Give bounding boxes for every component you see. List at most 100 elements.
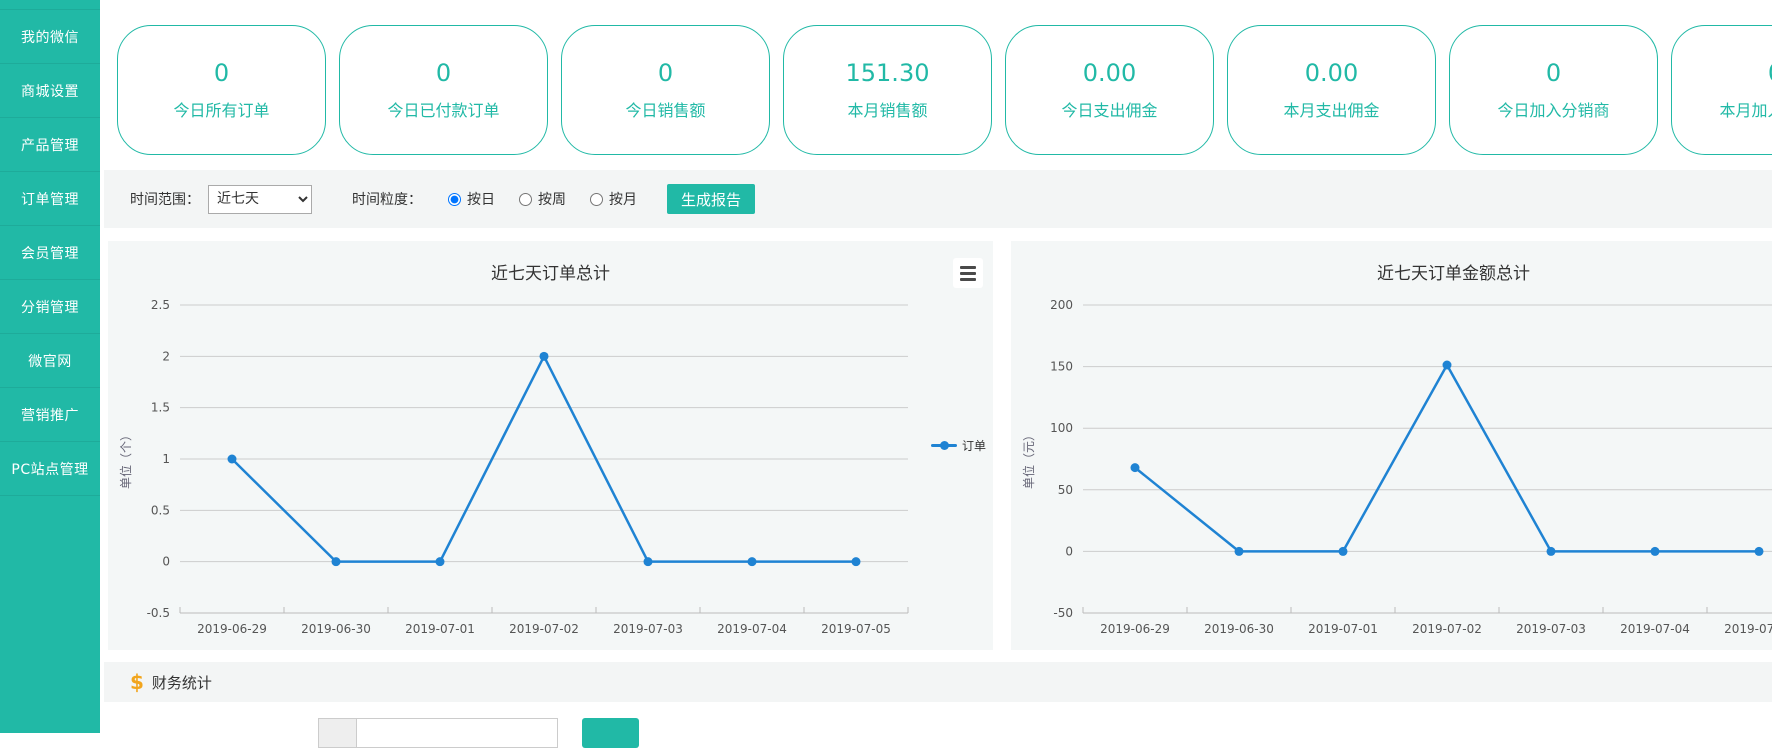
order-amount-chart-title: 近七天订单金额总计 bbox=[1011, 259, 1772, 284]
svg-text:2: 2 bbox=[162, 349, 170, 363]
sidebar-item-label: 我的微信 bbox=[21, 27, 79, 47]
sidebar-item-pc-site-mgmt[interactable]: PC站点管理 bbox=[0, 442, 100, 496]
stat-label: 本月销售额 bbox=[847, 97, 927, 121]
sidebar-item-label: 会员管理 bbox=[21, 243, 79, 263]
svg-text:100: 100 bbox=[1050, 421, 1073, 435]
stat-value: 0.00 bbox=[1083, 59, 1136, 87]
order-amount-chart-panel: 近七天订单金额总计 200 150 100 50 0 -50 2019-06-29 2019-… bbox=[1011, 241, 1772, 650]
report-filter-bar: 时间范围： 近七天 时间粒度： 按日 按周 按月 生成报告 bbox=[104, 170, 1772, 228]
svg-text:单位（元）: 单位（元） bbox=[1021, 429, 1036, 489]
sidebar-item-partial[interactable] bbox=[0, 0, 100, 10]
finance-filter-group bbox=[318, 718, 639, 748]
chart-toolbox-menu-icon[interactable] bbox=[953, 258, 983, 288]
svg-text:-0.5: -0.5 bbox=[147, 606, 170, 620]
sidebar-item-label: 订单管理 bbox=[21, 189, 79, 209]
svg-text:2019-07-04: 2019-07-04 bbox=[717, 622, 787, 636]
radio-by-month[interactable]: 按月 bbox=[590, 189, 637, 209]
granularity-label: 时间粒度： bbox=[352, 189, 422, 209]
generate-report-button[interactable]: 生成报告 bbox=[667, 184, 755, 214]
stat-card-today-sales: 0 今日销售额 bbox=[561, 25, 770, 155]
sidebar: 我的微信 商城设置 产品管理 订单管理 会员管理 分销管理 微官网 营销推广 P… bbox=[0, 0, 100, 733]
sidebar-item-label: 营销推广 bbox=[21, 405, 79, 425]
sidebar-item-distribution-mgmt[interactable]: 分销管理 bbox=[0, 280, 100, 334]
stat-label: 今日所有订单 bbox=[173, 97, 269, 121]
svg-text:2019-06-30: 2019-06-30 bbox=[301, 622, 371, 636]
stat-label: 本月支出佣金 bbox=[1283, 97, 1379, 121]
sidebar-item-marketing[interactable]: 营销推广 bbox=[0, 388, 100, 442]
stat-cards-row: 0 今日所有订单 0 今日已付款订单 0 今日销售额 151.30 本月销售额 … bbox=[117, 25, 1772, 155]
sidebar-item-label: 分销管理 bbox=[21, 297, 79, 317]
svg-text:2019-07-04: 2019-07-04 bbox=[1620, 622, 1690, 636]
sidebar-item-my-wechat[interactable]: 我的微信 bbox=[0, 10, 100, 64]
radio-by-day-label: 按日 bbox=[467, 189, 495, 209]
stat-card-today-paid-orders: 0 今日已付款订单 bbox=[339, 25, 548, 155]
svg-text:2019-07-05: 2019-07-05 bbox=[1724, 622, 1772, 636]
radio-by-day-input[interactable] bbox=[448, 193, 461, 206]
radio-by-week-label: 按周 bbox=[538, 189, 566, 209]
stat-value: 0.00 bbox=[1305, 59, 1358, 87]
svg-text:1: 1 bbox=[162, 452, 170, 466]
radio-by-day[interactable]: 按日 bbox=[448, 189, 495, 209]
svg-text:2019-06-29: 2019-06-29 bbox=[197, 622, 267, 636]
svg-text:单位（个）: 单位（个） bbox=[118, 429, 133, 489]
svg-text:2019-06-29: 2019-06-29 bbox=[1100, 622, 1170, 636]
stat-value: 0 bbox=[658, 59, 673, 87]
radio-by-week-input[interactable] bbox=[519, 193, 532, 206]
sidebar-item-label: 商城设置 bbox=[21, 81, 79, 101]
time-range-select[interactable]: 近七天 bbox=[208, 185, 312, 214]
stat-label: 今日加入分销商 bbox=[1497, 97, 1609, 121]
finance-date-input[interactable] bbox=[356, 718, 558, 748]
svg-text:2019-07-01: 2019-07-01 bbox=[405, 622, 475, 636]
sidebar-item-label: 微官网 bbox=[28, 351, 72, 371]
radio-by-month-label: 按月 bbox=[609, 189, 637, 209]
sidebar-item-order-mgmt[interactable]: 订单管理 bbox=[0, 172, 100, 226]
orders-chart-title: 近七天订单总计 bbox=[108, 259, 993, 284]
radio-by-month-input[interactable] bbox=[590, 193, 603, 206]
svg-text:0: 0 bbox=[1065, 544, 1073, 558]
svg-text:2019-06-30: 2019-06-30 bbox=[1204, 622, 1274, 636]
orders-line-chart: 2.521.510.50-0.52019-06-292019-06-302019… bbox=[108, 285, 993, 645]
stat-label: 今日销售额 bbox=[625, 97, 705, 121]
stat-card-today-commission: 0.00 今日支出佣金 bbox=[1005, 25, 1214, 155]
finance-search-button[interactable] bbox=[582, 718, 639, 748]
legend-orders[interactable]: 订单 bbox=[931, 437, 986, 454]
sidebar-item-member-mgmt[interactable]: 会员管理 bbox=[0, 226, 100, 280]
svg-text:200: 200 bbox=[1050, 298, 1073, 312]
dollar-icon: $ bbox=[130, 670, 144, 694]
svg-text:2019-07-05: 2019-07-05 bbox=[821, 622, 891, 636]
svg-text:2019-07-01: 2019-07-01 bbox=[1308, 622, 1378, 636]
stat-card-month-sales: 151.30 本月销售额 bbox=[783, 25, 992, 155]
sidebar-item-micro-site[interactable]: 微官网 bbox=[0, 334, 100, 388]
orders-chart-panel: 近七天订单总计 2.521.510.50-0.52019-06-292019-0… bbox=[108, 241, 993, 650]
input-addon bbox=[318, 718, 356, 748]
stat-card-today-new-distributors: 0 今日加入分销商 bbox=[1449, 25, 1658, 155]
svg-text:150: 150 bbox=[1050, 360, 1073, 374]
legend-line-marker-icon bbox=[931, 444, 957, 447]
stat-label: 本月加入分销商 bbox=[1719, 97, 1772, 121]
svg-text:1.5: 1.5 bbox=[151, 401, 170, 415]
time-range-label: 时间范围： bbox=[130, 189, 200, 209]
finance-section-title: 财务统计 bbox=[152, 672, 212, 693]
stat-value: 0 bbox=[214, 59, 229, 87]
svg-text:50: 50 bbox=[1058, 483, 1073, 497]
order-amount-line-chart: 200 150 100 50 0 -50 2019-06-29 2019-06-30 2019-… bbox=[1011, 285, 1772, 645]
stat-card-month-commission: 0.00 本月支出佣金 bbox=[1227, 25, 1436, 155]
svg-text:0.5: 0.5 bbox=[151, 503, 170, 517]
sidebar-item-mall-settings[interactable]: 商城设置 bbox=[0, 64, 100, 118]
stat-value: 0 bbox=[1768, 59, 1772, 87]
stat-label: 今日已付款订单 bbox=[387, 97, 499, 121]
finance-section-header: $ 财务统计 bbox=[104, 662, 1772, 702]
sidebar-item-label: 产品管理 bbox=[21, 135, 79, 155]
svg-text:2019-07-02: 2019-07-02 bbox=[509, 622, 579, 636]
radio-by-week[interactable]: 按周 bbox=[519, 189, 566, 209]
stat-card-today-orders: 0 今日所有订单 bbox=[117, 25, 326, 155]
svg-text:-50: -50 bbox=[1053, 606, 1073, 620]
stat-value: 151.30 bbox=[846, 59, 930, 87]
granularity-radio-group: 按日 按周 按月 bbox=[448, 189, 637, 209]
sidebar-item-product-mgmt[interactable]: 产品管理 bbox=[0, 118, 100, 172]
stat-value: 0 bbox=[436, 59, 451, 87]
stat-card-month-new-distributors: 0 本月加入分销商 bbox=[1671, 25, 1772, 155]
svg-text:2.5: 2.5 bbox=[151, 298, 170, 312]
sidebar-item-label: PC站点管理 bbox=[11, 459, 88, 479]
svg-text:2019-07-03: 2019-07-03 bbox=[1516, 622, 1586, 636]
